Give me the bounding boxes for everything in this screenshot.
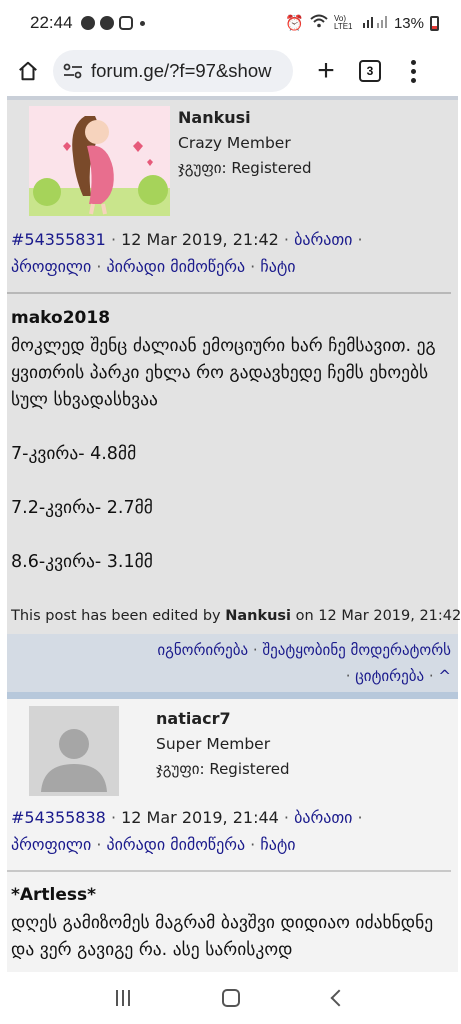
post-2-group: ჯგუფი: Registered	[156, 760, 290, 778]
post-1-divider	[7, 292, 451, 294]
status-time: 22:44	[30, 13, 73, 32]
post-1-username[interactable]: Nankusi	[178, 108, 251, 127]
post-1-edited-note: This post has been edited by Nankusi on …	[11, 608, 461, 624]
post-2-role: Super Member	[156, 735, 271, 753]
post-1-chat-link[interactable]: ჩატი	[260, 257, 295, 276]
post-2-username[interactable]: natiacr7	[156, 709, 231, 728]
site-settings-icon[interactable]	[63, 63, 83, 79]
edited-suffix: on 12 Mar 2019, 21:42	[295, 608, 461, 624]
signal-label: Vo) LTE1	[333, 14, 353, 31]
post-1-pm-link[interactable]: პირადი მიმოწერა	[107, 257, 246, 276]
post-top-divider	[7, 96, 458, 100]
more-notifications-icon	[139, 20, 145, 26]
post-2-datetime: 12 Mar 2019, 21:44	[121, 808, 279, 827]
post-1-quote-author: mako2018	[11, 308, 111, 328]
instagram-icon	[118, 16, 133, 30]
post-2-text: დღეს გამიზომეს მაგრამ ბავშვი დიდიაო იძახ…	[11, 913, 434, 960]
back-icon[interactable]	[330, 989, 348, 1007]
avatar[interactable]	[29, 106, 170, 216]
post-1-karma-link[interactable]: ბარათი	[294, 230, 352, 249]
post-separator	[7, 692, 458, 699]
browser-toolbar: forum.ge/?f=97&show + 3	[0, 46, 461, 96]
scroll-top-link[interactable]: ^	[438, 667, 451, 685]
post-2-divider	[7, 870, 451, 872]
post-2-pm-link[interactable]: პირადი მიმოწერა	[107, 835, 246, 854]
post-1-meta-line2: პროფილი · პირადი მიმოწერა · ჩატი	[11, 257, 296, 276]
edited-by: Nankusi	[225, 608, 292, 624]
new-tab-icon[interactable]: +	[313, 56, 339, 86]
address-bar[interactable]: forum.ge/?f=97&show	[53, 50, 293, 92]
post-1-role: Crazy Member	[178, 134, 291, 152]
post-1-text: მოკლედ შენც ძალიან ემოციური ხარ ჩემსავით…	[11, 336, 436, 410]
quote-link[interactable]: ციტირება	[355, 667, 424, 685]
ignore-link[interactable]: იგნორირება	[157, 641, 248, 659]
post-1-datetime: 12 Mar 2019, 21:42	[121, 230, 279, 249]
avatar[interactable]	[29, 706, 119, 796]
default-avatar-icon	[41, 729, 107, 792]
post-2-karma-link[interactable]: ბარათი	[294, 808, 352, 827]
signal-icon	[362, 14, 388, 32]
battery-percent: 13%	[393, 14, 424, 32]
tab-switcher-button[interactable]: 3	[359, 60, 381, 82]
status-bar: 22:44 ⏰ Vo) LTE1 13%	[0, 0, 461, 46]
post-1-profile-link[interactable]: პროფილი	[11, 257, 91, 276]
system-nav-bar	[0, 972, 461, 1024]
post-2-chat-link[interactable]: ჩატი	[260, 835, 295, 854]
more-menu-icon[interactable]	[411, 59, 416, 83]
notification-app-icon	[99, 16, 114, 30]
post-1-line3: 8.6-კვირა- 3.1მმ	[11, 552, 153, 572]
post-1-actions: იგნორირება · შეატყობინე მოდერატორს · ციტ…	[157, 641, 451, 685]
recent-apps-icon[interactable]	[116, 990, 131, 1006]
post-1-group: ჯგუფი: Registered	[178, 159, 312, 177]
alarm-icon: ⏰	[285, 15, 304, 32]
post-2-meta-line1: #54355838 · 12 Mar 2019, 21:44 · ბარათი …	[11, 808, 363, 827]
post-1-id-link[interactable]: #54355831	[11, 230, 106, 249]
skype-icon	[80, 16, 95, 30]
home-button-icon[interactable]	[222, 989, 241, 1007]
notification-icons	[80, 16, 145, 30]
post-1-line2: 7.2-კვირა- 2.7მმ	[11, 498, 153, 518]
post-2-id-link[interactable]: #54355838	[11, 808, 106, 827]
wifi-icon	[310, 14, 328, 32]
post-2-profile-link[interactable]: პროფილი	[11, 835, 91, 854]
post-1-meta-line1: #54355831 · 12 Mar 2019, 21:42 · ბარათი …	[11, 230, 363, 249]
status-right: ⏰ Vo) LTE1 13%	[285, 14, 439, 32]
post-1-line1: 7-კვირა- 4.8მმ	[11, 444, 137, 464]
post-2-quote-author: *Artless*	[11, 885, 97, 905]
forum-page: Nankusi Crazy Member ჯგუფი: Registered #…	[0, 96, 461, 972]
url-text[interactable]: forum.ge/?f=97&show	[91, 60, 271, 82]
report-link[interactable]: შეატყობინე მოდერატორს	[262, 641, 451, 659]
home-icon[interactable]	[17, 60, 39, 82]
edited-prefix: This post has been edited by	[11, 608, 221, 624]
battery-icon	[430, 15, 439, 31]
post-2-meta-line2: პროფილი · პირადი მიმოწერა · ჩატი	[11, 835, 296, 854]
